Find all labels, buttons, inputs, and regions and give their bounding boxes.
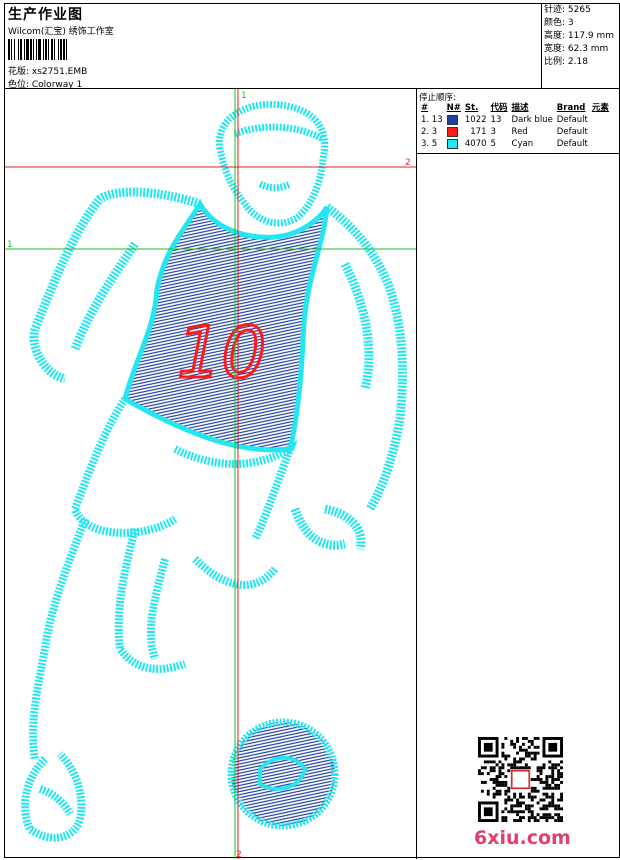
color-swatch xyxy=(445,126,463,138)
row-stitches: 1022 xyxy=(464,115,487,125)
software-name: Wilcom(汇宝) 绣饰工作室 xyxy=(8,27,114,37)
col-header-brand: Brand xyxy=(556,103,586,113)
jersey: 10 xyxy=(122,199,330,453)
barcode xyxy=(8,39,134,60)
row-brand: Default xyxy=(556,139,588,149)
col-header-stitches: St. xyxy=(464,103,479,113)
color-swatch xyxy=(445,138,463,150)
qr-code xyxy=(478,737,563,822)
stop-sequence-table: # N# St. 代码 描述 Brand 元素 1. 13 1022 13 Da… xyxy=(419,102,611,150)
col-header-needle: N# xyxy=(446,103,461,113)
green-guide-label-top: 1 xyxy=(241,91,247,101)
row-stitches: 4070 xyxy=(464,139,487,149)
table-row: 3. 5 4070 5 Cyan Default xyxy=(419,138,611,150)
design-file-label: 花版: xs2751.EMB xyxy=(8,67,88,77)
stats-panel: 针迹: 5265 颜色: 3 高度: 117.9 mm 宽度: 62.3 mm … xyxy=(542,4,620,89)
row-code: 5 xyxy=(490,139,496,149)
design-area: 10 1 1 2 2 xyxy=(5,89,417,859)
col-header-description: 描述 xyxy=(511,103,529,113)
guide-lines: 1 1 2 2 xyxy=(5,89,416,859)
row-code: 3 xyxy=(490,127,496,137)
green-guide-label-left: 1 xyxy=(7,240,13,250)
page-title: 生产作业图 xyxy=(8,7,83,23)
production-sheet: 生产作业图 Wilcom(汇宝) 绣饰工作室 花版: xs2751.EMB 色位… xyxy=(4,3,620,859)
ball xyxy=(227,718,339,830)
col-header-code: 代码 xyxy=(490,103,508,113)
header: 生产作业图 Wilcom(汇宝) 绣饰工作室 花版: xs2751.EMB 色位… xyxy=(5,4,542,90)
color-count: 颜色: 3 xyxy=(544,18,574,28)
row-brand: Default xyxy=(556,127,588,137)
col-header-element: 元素 xyxy=(591,103,609,113)
row-description: Red xyxy=(511,127,528,137)
col-header-num: # xyxy=(421,103,429,113)
red-guide-label-right: 2 xyxy=(405,158,411,168)
color-swatch xyxy=(445,114,463,126)
site-logo: 6xiu.com xyxy=(474,827,571,849)
stop-sequence-panel: 停止顺序: # N# St. 代码 描述 Brand 元素 1. 13 1022… xyxy=(417,89,620,154)
row-num: 1. 13 xyxy=(421,115,443,125)
table-row: 2. 3 171 3 Red Default xyxy=(419,126,611,138)
row-num: 3. 5 xyxy=(421,139,438,149)
red-guide-label-bottom: 2 xyxy=(236,850,242,859)
design-scale: 比例: 2.18 xyxy=(544,57,588,67)
jersey-number: 10 xyxy=(177,312,266,394)
table-header-row: # N# St. 代码 描述 Brand 元素 xyxy=(419,102,611,114)
row-description: Dark blue xyxy=(511,115,553,125)
row-code: 13 xyxy=(490,115,502,125)
row-description: Cyan xyxy=(511,139,534,149)
row-brand: Default xyxy=(556,115,588,125)
design-width: 宽度: 62.3 mm xyxy=(544,44,609,54)
embroidery-drawing: 10 1 1 2 2 xyxy=(5,89,416,859)
table-row: 1. 13 1022 13 Dark blue Default xyxy=(419,114,611,126)
design-height: 高度: 117.9 mm xyxy=(544,31,615,41)
row-stitches: 171 xyxy=(470,127,487,137)
stitch-count: 针迹: 5265 xyxy=(544,5,591,15)
row-num: 2. 3 xyxy=(421,127,438,137)
